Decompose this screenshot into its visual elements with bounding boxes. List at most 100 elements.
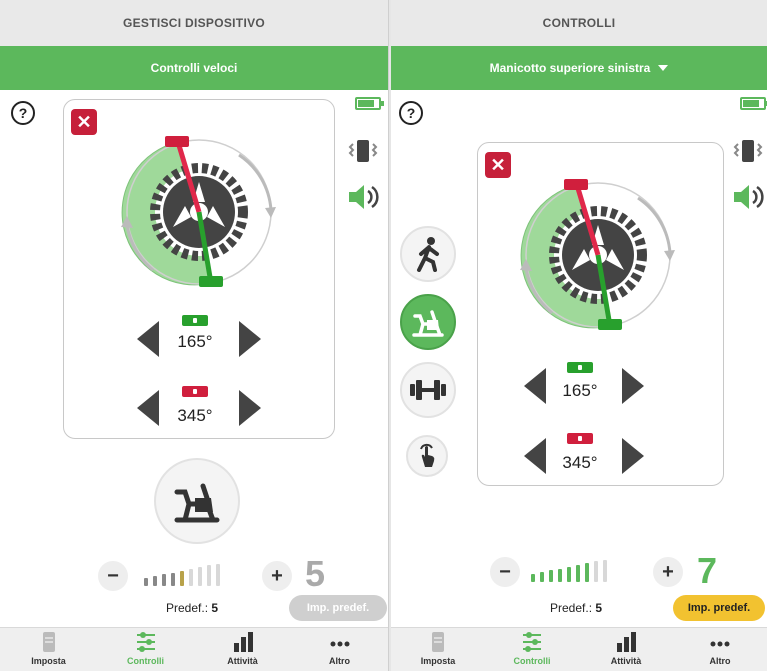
set-default-button[interactable]: Imp. predef. (673, 595, 765, 621)
tab-controlli[interactable]: Controlli (485, 628, 579, 671)
red-angle-value: 345° (562, 453, 598, 472)
default-label: Predef.: (550, 601, 593, 615)
range-card: ✕ 165° 345° (63, 99, 335, 439)
red-handle (165, 136, 189, 147)
green-handle (199, 276, 223, 287)
tab-label: Imposta (420, 656, 456, 666)
tab-attivit[interactable]: Attività (579, 628, 673, 671)
right-panel: CONTROLLI Manicotto superiore sinistra ? (391, 0, 767, 671)
strength-mode-button[interactable] (400, 362, 456, 418)
level-bar (144, 578, 148, 586)
level-bar (558, 568, 562, 582)
bar-chart-icon (617, 632, 636, 652)
tab-altro[interactable]: Altro (673, 628, 767, 671)
close-button[interactable]: ✕ (71, 109, 97, 135)
device-icon (432, 632, 444, 652)
rotate-cw-arrow (637, 196, 672, 254)
green-marker-icon (182, 315, 208, 326)
speaker-icon[interactable] (731, 182, 767, 212)
level-bar (567, 566, 571, 582)
tab-controlli[interactable]: Controlli (97, 628, 194, 671)
level-value: 5 (305, 553, 326, 594)
tab-label: Attività (227, 656, 258, 666)
tab-attivit[interactable]: Attività (194, 628, 291, 671)
level-value: 7 (697, 550, 718, 591)
left-panel: GESTISCI DISPOSITIVO Controlli veloci ? … (0, 0, 389, 671)
level-bars (531, 558, 643, 582)
touch-mode-button[interactable] (406, 435, 448, 477)
gear-range-dial[interactable] (498, 173, 698, 333)
green-decrease-button[interactable] (137, 321, 159, 357)
green-decrease-button[interactable] (524, 368, 546, 404)
bike-mode-button[interactable] (154, 458, 240, 544)
level-bar (549, 570, 553, 582)
level-bar (594, 561, 598, 582)
level-bar (198, 567, 202, 586)
level-bar (216, 563, 220, 586)
level-bars (144, 562, 256, 586)
help-button[interactable]: ? (399, 101, 423, 125)
red-marker-icon (567, 433, 593, 444)
tab-label: Imposta (31, 656, 66, 666)
green-marker-icon (567, 362, 593, 373)
battery-icon (355, 97, 384, 110)
speaker-icon[interactable] (346, 182, 382, 212)
tab-bar: Imposta Controlli Attività Altro (391, 627, 767, 671)
walk-icon (417, 237, 439, 272)
walk-mode-button[interactable] (400, 226, 456, 282)
red-angle-value: 345° (177, 406, 213, 425)
level-bar (153, 576, 157, 586)
bike-icon (174, 483, 220, 523)
green-angle-value: 165° (177, 332, 213, 351)
green-increase-button[interactable] (239, 321, 261, 357)
default-value: 5 (211, 601, 219, 615)
sliders-icon (136, 632, 155, 652)
red-decrease-button[interactable] (524, 438, 546, 474)
battery-icon (740, 97, 767, 110)
level-increase-button[interactable]: + (262, 561, 292, 591)
red-marker-icon (182, 386, 208, 397)
dumbbell-icon (410, 380, 446, 400)
level-bar (585, 563, 589, 582)
tab-imposta[interactable]: Imposta (0, 628, 97, 671)
bike-mode-button[interactable] (400, 294, 456, 350)
panel-header: CONTROLLI (391, 0, 767, 46)
gear-range-dial[interactable] (99, 130, 299, 290)
green-angle-value: 165° (562, 381, 598, 400)
vibration-icon[interactable] (731, 138, 765, 164)
tab-label: Controlli (127, 656, 164, 666)
more-icon (330, 641, 349, 647)
vibration-icon[interactable] (346, 138, 380, 164)
level-decrease-button[interactable]: − (98, 561, 128, 591)
help-button[interactable]: ? (11, 101, 35, 125)
device-select-bar[interactable]: Manicotto superiore sinistra (391, 46, 767, 90)
level-bar (603, 559, 607, 582)
tab-label: Altro (329, 656, 350, 666)
default-value: 5 (595, 601, 603, 615)
device-icon (42, 632, 55, 652)
sliders-icon (523, 632, 541, 652)
level-bar (162, 574, 166, 586)
tab-altro[interactable]: Altro (291, 628, 388, 671)
level-bar (207, 565, 211, 586)
green-increase-button[interactable] (622, 368, 644, 404)
level-increase-button[interactable]: + (653, 557, 683, 587)
level-bar (576, 565, 580, 582)
panel-header: GESTISCI DISPOSITIVO (0, 0, 388, 46)
tab-label: Attività (610, 656, 642, 666)
level-bar (171, 572, 175, 586)
level-decrease-button[interactable]: − (490, 557, 520, 587)
default-label: Predef.: (166, 601, 209, 615)
red-decrease-button[interactable] (137, 390, 159, 426)
quick-controls-label: Controlli veloci (150, 61, 238, 75)
red-increase-button[interactable] (239, 390, 261, 426)
set-default-button[interactable]: Imp. predef. (289, 595, 387, 621)
device-select-label: Manicotto superiore sinistra (489, 61, 651, 75)
bike-icon (412, 310, 444, 337)
tab-imposta[interactable]: Imposta (391, 628, 485, 671)
green-handle (598, 319, 622, 330)
red-increase-button[interactable] (622, 438, 644, 474)
quick-controls-bar[interactable]: Controlli veloci (0, 46, 388, 90)
range-card: ✕ 165° 345° (477, 142, 724, 486)
more-icon (710, 641, 730, 647)
